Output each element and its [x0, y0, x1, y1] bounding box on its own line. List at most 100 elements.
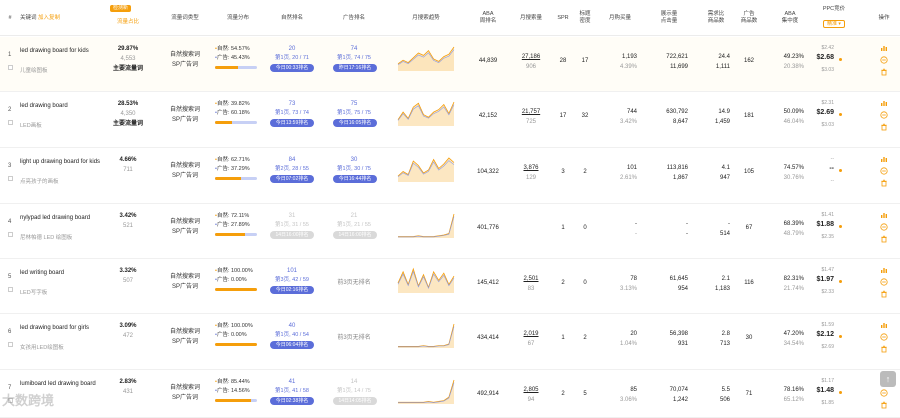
organic-rank[interactable]: 73 [268, 100, 316, 108]
organic-rank[interactable]: 20 [268, 45, 316, 53]
monthly-trend-sparkline[interactable] [396, 154, 456, 184]
traffic-share-pct: 4.66% [119, 157, 137, 163]
organic-rank-time[interactable]: 今日00:33排名 [270, 64, 314, 72]
keyword-text[interactable]: led drawing board for kids [20, 47, 102, 55]
organic-rank[interactable]: 41 [268, 378, 316, 386]
monthly-trend-sparkline[interactable] [396, 376, 456, 406]
ad-rank[interactable]: 14 [330, 378, 378, 386]
row-checkbox[interactable] [8, 287, 13, 292]
monthly-search[interactable]: 2,805 [514, 386, 548, 394]
ppc-match-dropdown[interactable]: 精准 ▾ [823, 20, 845, 28]
keyword-text[interactable]: led writing board [20, 269, 102, 277]
table-row[interactable]: 7 lumiboard led drawing board 2.83% 431 自然搜索… [0, 370, 900, 418]
keyword-text[interactable]: light up drawing board for kids [20, 158, 102, 166]
header-aba-concentration[interactable]: ABA 集中度 [776, 0, 804, 36]
copy-link[interactable]: 加入复制 [38, 15, 60, 22]
delete-icon[interactable] [879, 400, 888, 409]
remove-circle-icon[interactable] [879, 332, 888, 341]
monthly-trend-sparkline[interactable] [396, 98, 456, 128]
organic-rank-time[interactable]: 今日07:02排名 [270, 175, 314, 183]
keyword-text[interactable]: lumiboard led drawing board [20, 380, 102, 388]
header-traffic-dist: 流量分布 [226, 14, 249, 21]
monthly-search[interactable]: 2,019 [514, 330, 548, 338]
organic-rank-page: 第1页, 31 / 55 [275, 222, 309, 228]
row-index: 6 [8, 329, 12, 335]
chart-icon[interactable] [879, 98, 888, 107]
remove-circle-icon[interactable] [879, 222, 888, 231]
organic-rank-time[interactable]: 今日06:04排名 [270, 341, 314, 349]
ad-rank[interactable]: 75 [330, 100, 378, 108]
chart-icon[interactable] [879, 154, 888, 163]
keyword-text[interactable]: nylypad led drawing board [20, 214, 102, 222]
header-click-ratio[interactable]: 需求比 商品数 [700, 0, 732, 36]
organic-rank-time[interactable]: 今日02:16排名 [270, 286, 314, 294]
monthly-trend-sparkline[interactable] [396, 43, 456, 73]
organic-rank[interactable]: 40 [268, 322, 316, 330]
row-checkbox[interactable] [8, 342, 13, 347]
delete-icon[interactable] [879, 178, 888, 187]
row-checkbox[interactable] [8, 176, 13, 181]
organic-rank[interactable]: 31 [268, 212, 316, 220]
delete-icon[interactable] [879, 289, 888, 298]
remove-circle-icon[interactable] [879, 55, 888, 64]
traffic-share-volume: 4,350 [120, 111, 136, 117]
dist-ad: •广告: 45.43% [215, 55, 250, 61]
row-index: 1 [8, 52, 12, 58]
delete-icon[interactable] [879, 344, 888, 353]
ad-rank-time[interactable]: 今日16:05排名 [333, 119, 377, 127]
monthly-trend-sparkline[interactable] [396, 210, 456, 240]
table-row[interactable]: 6 led drawing board for girls 女孩用LED绘图板 3.0… [0, 314, 900, 370]
table-row[interactable]: 5 led writing board LED写字板 3.32% 507 自然搜索词 SP广… [0, 259, 900, 314]
monthly-search[interactable]: 3,876 [514, 164, 548, 172]
header-monthly-search[interactable]: 月搜索量 [510, 0, 552, 36]
ad-rank-time[interactable]: 今日16:44排名 [333, 175, 377, 183]
remove-circle-icon[interactable] [879, 110, 888, 119]
table-row[interactable]: 2 led drawing board LED画板 28.53% 4,350 主要流量词 自… [0, 92, 900, 148]
monthly-trend-sparkline[interactable] [396, 265, 456, 295]
organic-rank-time[interactable]: 今日02:38排名 [270, 397, 314, 405]
row-checkbox[interactable] [8, 65, 13, 70]
table-row[interactable]: 4 nylypad led drawing board 尼林帕德 LED 绘图板 3.… [0, 204, 900, 259]
monthly-search[interactable]: 2,501 [514, 275, 548, 283]
header-impressions[interactable]: 展示量 点击量 [648, 0, 690, 36]
header-aba[interactable]: ABA 周排名 [470, 0, 506, 36]
delete-icon[interactable] [879, 67, 888, 76]
ad-rank-time[interactable]: 昨日17:16排名 [333, 64, 377, 72]
remove-circle-icon[interactable] [879, 166, 888, 175]
kw-type-organic: 自然搜索词 [169, 52, 200, 58]
scroll-to-top-button[interactable]: ↑ [880, 371, 896, 387]
ad-rank-time[interactable]: 14日16:00排名 [333, 231, 377, 239]
header-title-density[interactable]: 标题 密度 [575, 0, 595, 36]
organic-rank[interactable]: 101 [268, 267, 316, 275]
delete-icon[interactable] [879, 234, 888, 243]
chart-icon[interactable] [879, 320, 888, 329]
ad-rank[interactable]: 74 [330, 45, 378, 53]
organic-rank-time[interactable]: 今日13:59排名 [270, 119, 314, 127]
header-ad-products[interactable]: 广告 商品数 [736, 0, 762, 36]
monthly-search[interactable]: 21,757 [514, 108, 548, 116]
chart-icon[interactable] [879, 43, 888, 52]
monthly-search[interactable]: 27,186 [514, 53, 548, 61]
ad-rank[interactable]: 30 [330, 156, 378, 164]
remove-circle-icon[interactable] [879, 388, 888, 397]
row-checkbox[interactable] [8, 232, 13, 237]
ppc-marker-dot [839, 58, 842, 61]
keyword-text[interactable]: led drawing board for girls [20, 324, 102, 332]
organic-rank[interactable]: 84 [268, 156, 316, 164]
monthly-trend-sparkline[interactable] [396, 320, 456, 350]
organic-rank-time[interactable]: 14日16:00排名 [270, 231, 314, 239]
remove-circle-icon[interactable] [879, 277, 888, 286]
keyword-text[interactable]: led drawing board [20, 102, 102, 110]
header-monthly-buy[interactable]: 月购买量 [600, 0, 640, 36]
header-traffic-share[interactable]: 流量占比 [106, 4, 150, 40]
chart-icon[interactable] [879, 265, 888, 274]
chart-icon[interactable] [879, 210, 888, 219]
ad-rank-time[interactable]: 14日14:05排名 [333, 397, 377, 405]
title-density: 2 [583, 335, 587, 341]
ad-rank[interactable]: 21 [330, 212, 378, 220]
table-row[interactable]: 1 led drawing board for kids 儿童绘图板 29.87% 4,… [0, 37, 900, 92]
table-row[interactable]: 3 light up drawing board for kids 点亮孩子的画板 4… [0, 148, 900, 204]
delete-icon[interactable] [879, 122, 888, 131]
row-checkbox[interactable] [8, 120, 13, 125]
header-spr[interactable]: SPR [554, 0, 572, 36]
